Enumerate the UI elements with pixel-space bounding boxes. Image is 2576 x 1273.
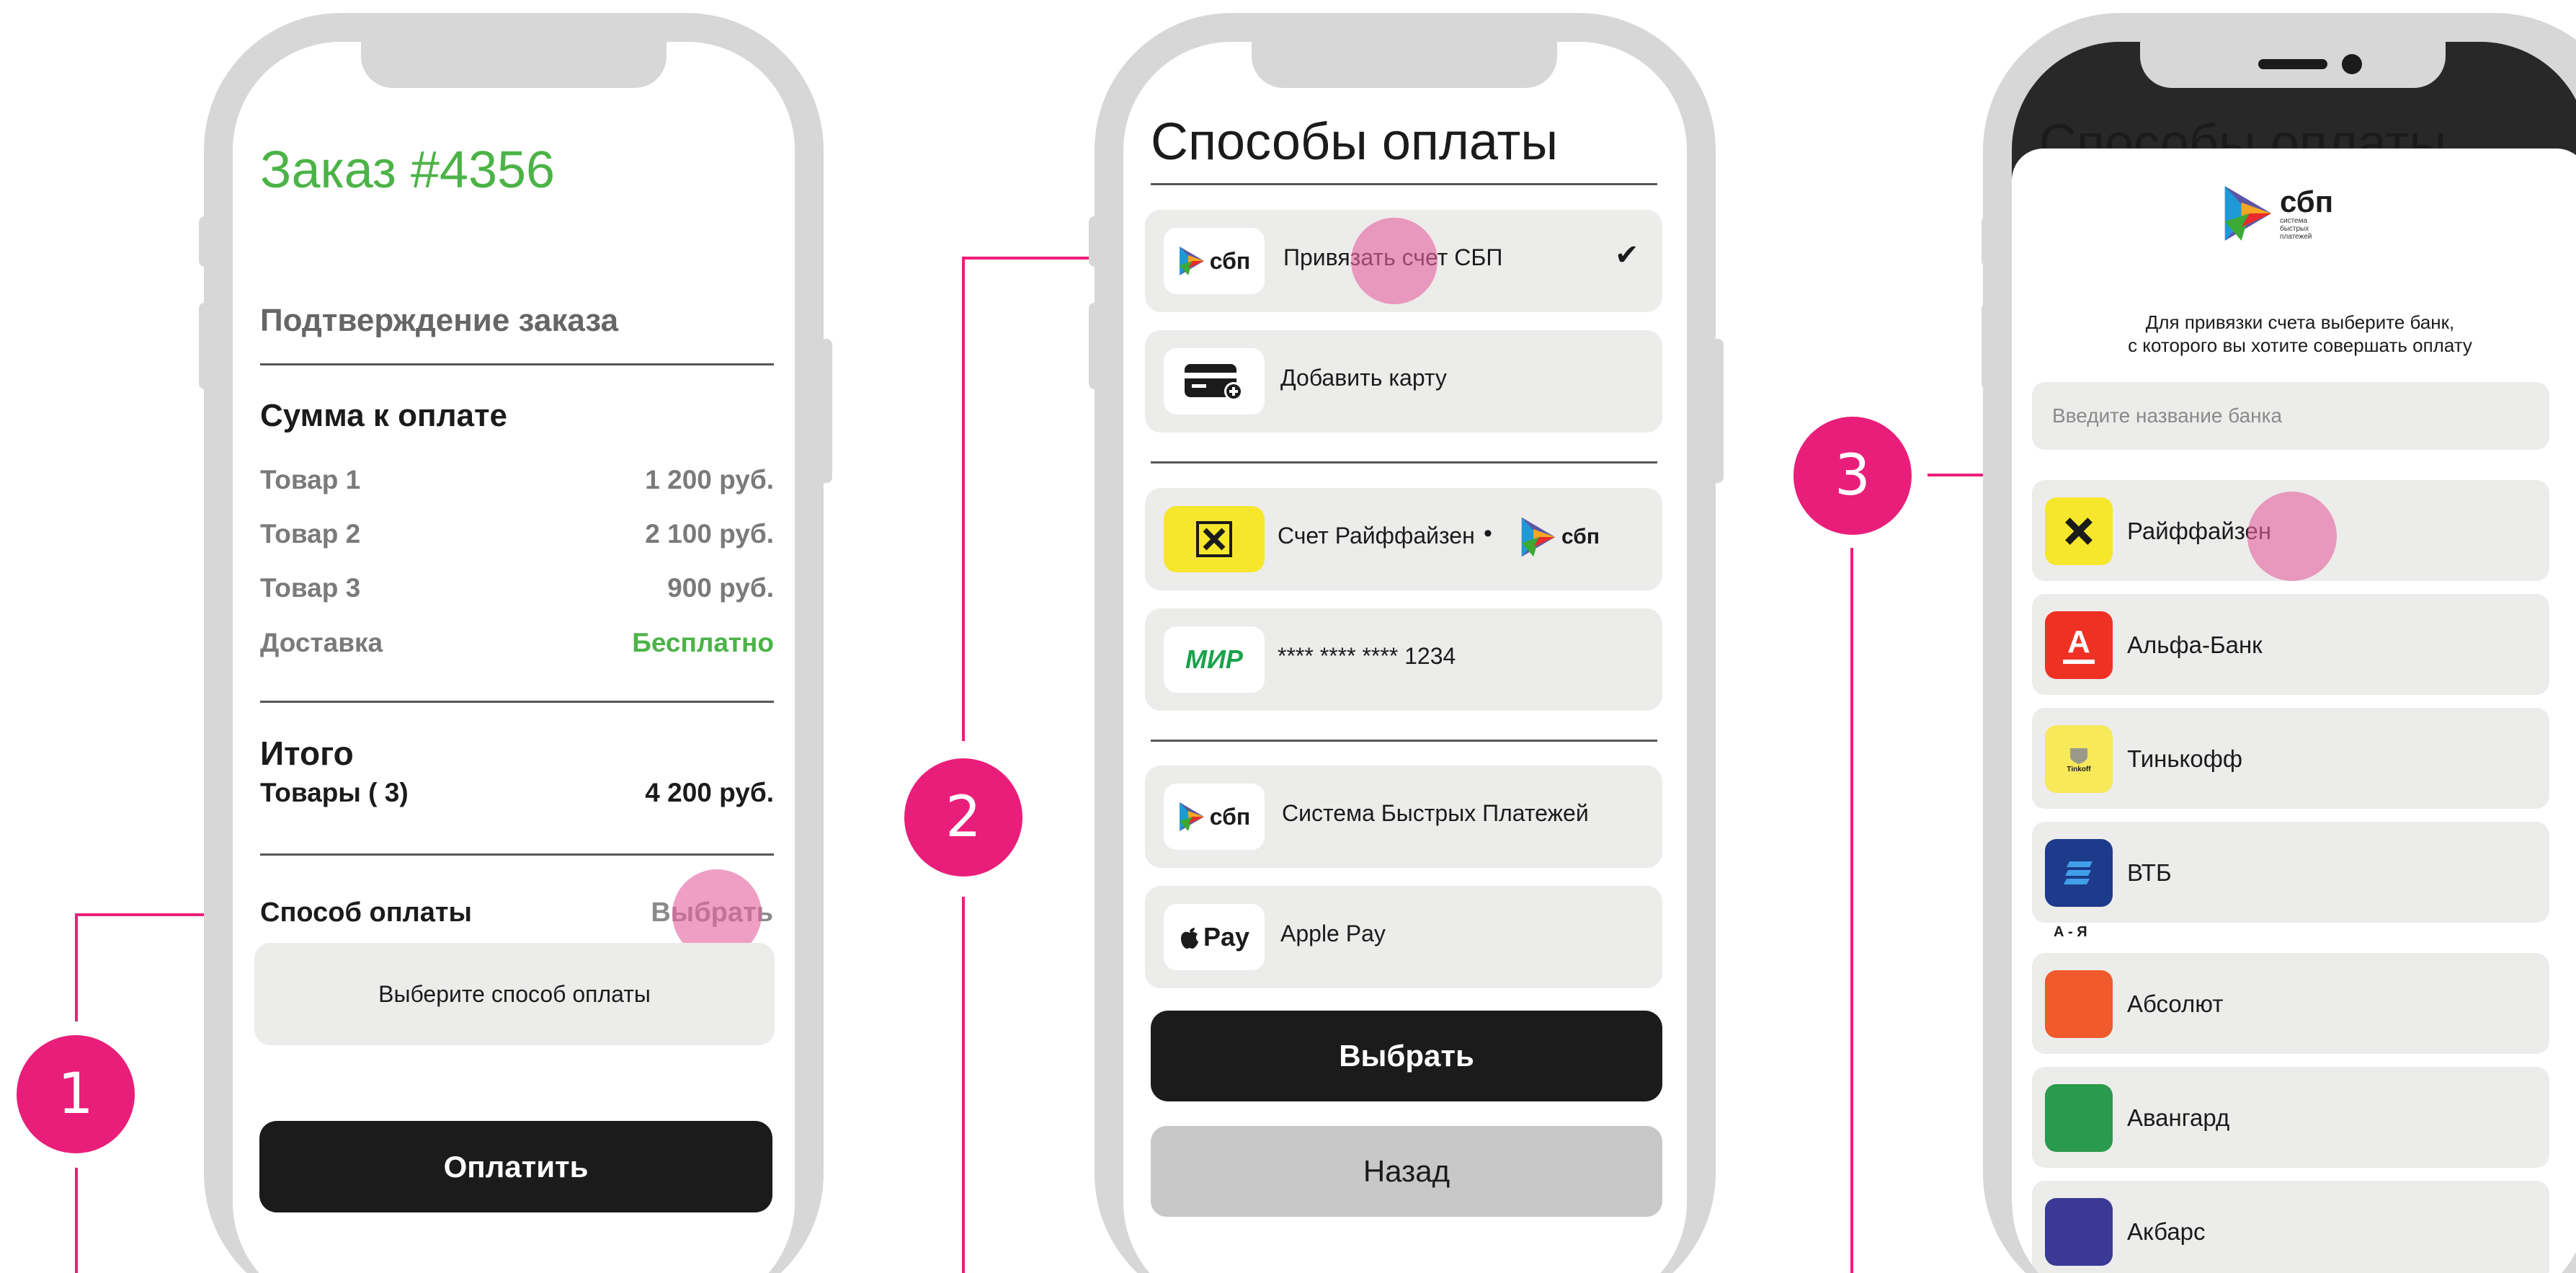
phone-screen-2: Способы оплаты сбп Привязать счет СБП ✔ … xyxy=(1123,42,1687,1273)
divider xyxy=(1151,461,1657,463)
back-button[interactable]: Назад xyxy=(1151,1126,1662,1217)
bank-name: ВТБ xyxy=(2127,859,2172,886)
connector-line-1-top xyxy=(75,913,78,1021)
absolut-logo-icon xyxy=(2045,970,2113,1038)
divider xyxy=(1151,740,1657,742)
option-label: Система Быстрых Платежей xyxy=(1282,800,1589,826)
total-value: 4 200 руб. xyxy=(645,778,774,807)
phone-screen-3: Способы оплаты сбп система быстрых плате… xyxy=(2012,42,2576,1273)
instruction-text: Для привязки счета выберите банк, xyxy=(2145,311,2455,333)
avangard-logo-icon xyxy=(2045,1084,2113,1152)
speaker-grille xyxy=(2258,59,2327,69)
sbp-logo-icon: сбп xyxy=(1164,228,1265,294)
mir-logo-icon: МИР xyxy=(1164,626,1265,693)
bank-name: Альфа-Банк xyxy=(2127,631,2263,658)
bank-search-placeholder: Введите название банка xyxy=(2052,404,2283,427)
bank-item-avangard[interactable]: Авангард xyxy=(2032,1067,2549,1168)
tinkoff-logo-text: Tinkoff xyxy=(2067,765,2091,773)
delivery-value: Бесплатно xyxy=(632,628,774,657)
tap-indicator xyxy=(1351,218,1438,304)
payment-method-placeholder[interactable]: Выберите способ оплаты xyxy=(254,943,775,1045)
sbp-logo-text: сбп xyxy=(1209,247,1251,274)
payment-option-sbp-system[interactable]: сбп Система Быстрых Платежей xyxy=(1145,766,1662,868)
bank-name: Авангард xyxy=(2127,1104,2230,1131)
bank-name: Тинькофф xyxy=(2127,745,2243,772)
item-label: Товар 3 xyxy=(260,573,361,603)
bank-name: Акбарс xyxy=(2127,1218,2206,1245)
divider xyxy=(260,853,774,856)
step-marker-1: 1 xyxy=(17,1035,135,1153)
select-button[interactable]: Выбрать xyxy=(1151,1011,1662,1101)
akbars-logo-icon xyxy=(2045,1198,2113,1266)
bullet-separator: • xyxy=(1484,520,1492,547)
phone-notch xyxy=(1252,42,1557,88)
payment-option-mir-card[interactable]: МИР **** **** **** 1234 xyxy=(1145,608,1662,711)
sum-heading: Сумма к оплате xyxy=(260,398,508,433)
bank-selection-sheet: сбп система быстрых платежей Для привязк… xyxy=(2012,148,2576,1273)
bank-search-input[interactable]: Введите название банка xyxy=(2032,382,2549,450)
delivery-label: Доставка xyxy=(260,628,383,657)
sbp-logo-icon: сбп xyxy=(1520,515,1600,559)
sbp-logo-subtext: система быстрых платежей xyxy=(2280,216,2312,241)
step-marker-2: 2 xyxy=(904,758,1022,877)
phone-screen-1: Заказ #4356 Подтверждение заказа Сумма к… xyxy=(233,42,795,1273)
bank-item-vtb[interactable]: ВТБ xyxy=(2032,822,2549,923)
connector-line-2-bottom xyxy=(962,897,965,1273)
order-title: Заказ #4356 xyxy=(260,141,556,199)
mir-logo-text: МИР xyxy=(1185,644,1243,674)
step-marker-3: 3 xyxy=(1793,417,1912,535)
order-subtitle: Подтверждение заказа xyxy=(260,303,619,338)
bank-item-tinkoff[interactable]: Tinkoff Тинькофф xyxy=(2032,708,2549,809)
option-label: Добавить карту xyxy=(1280,365,1447,391)
payment-option-add-card[interactable]: Добавить карту xyxy=(1145,330,1662,433)
pay-button[interactable]: Оплатить xyxy=(259,1121,772,1212)
payment-option-raiffeisen[interactable]: Счет Райффайзен • сбп xyxy=(1145,488,1662,590)
back-button-label: Назад xyxy=(1363,1154,1450,1188)
option-label: **** **** **** 1234 xyxy=(1278,643,1456,669)
add-card-icon xyxy=(1164,348,1265,414)
apple-pay-icon: Pay xyxy=(1164,904,1265,970)
bank-item-alfa[interactable]: А Альфа-Банк xyxy=(2032,594,2549,695)
sbp-logo-text: сбп xyxy=(1209,803,1251,830)
item-label: Товар 2 xyxy=(260,519,361,549)
total-items-label: Товары ( 3) xyxy=(260,778,409,807)
divider xyxy=(260,363,774,365)
option-label: Счет Райффайзен xyxy=(1278,523,1475,549)
payment-methods-title: Способы оплаты xyxy=(1151,113,1559,171)
sbp-logo-icon: сбп xyxy=(1164,784,1265,850)
divider xyxy=(1151,183,1657,185)
alfa-bank-logo-icon: А xyxy=(2045,611,2113,679)
sbp-logo-icon: сбп система быстрых платежей xyxy=(2222,183,2337,244)
raiffeisen-logo-icon xyxy=(2045,497,2113,565)
bank-item-akbars[interactable]: Акбарс xyxy=(2032,1181,2549,1273)
bank-name: Абсолют xyxy=(2127,990,2224,1017)
checkmark-icon: ✔ xyxy=(1615,239,1639,272)
payment-option-apple-pay[interactable]: Pay Apple Pay xyxy=(1145,886,1662,988)
connector-line-1-bottom xyxy=(75,1168,78,1273)
phone-notch xyxy=(361,42,667,88)
total-heading: Итого xyxy=(260,735,354,772)
item-label: Товар 1 xyxy=(260,465,361,494)
item-value: 900 руб. xyxy=(667,573,774,603)
front-camera xyxy=(2342,54,2362,74)
bank-item-absolut[interactable]: Абсолют xyxy=(2032,953,2549,1054)
alfa-letter: А xyxy=(2067,624,2090,660)
instruction-text: с которого вы хотите совершать оплату xyxy=(2128,334,2472,356)
raiffeisen-logo-icon xyxy=(1164,506,1265,572)
option-label: Apple Pay xyxy=(1280,921,1386,946)
connector-line-3-bottom xyxy=(1850,548,1853,1273)
divider xyxy=(260,701,774,703)
vtb-logo-icon xyxy=(2045,839,2113,907)
payment-method-label: Способ оплаты xyxy=(260,897,472,928)
payment-placeholder-text: Выберите способ оплаты xyxy=(378,980,651,1007)
item-value: 2 100 руб. xyxy=(645,519,774,549)
item-value: 1 200 руб. xyxy=(645,465,774,494)
tinkoff-logo-icon: Tinkoff xyxy=(2045,725,2113,793)
tap-indicator xyxy=(2247,492,2337,581)
apple-pay-text: Pay xyxy=(1203,922,1250,952)
alphabet-section-label: А - Я xyxy=(2054,924,2087,940)
sbp-logo-text: сбп xyxy=(1561,525,1600,549)
sbp-logo-text: сбп xyxy=(2280,184,2334,218)
connector-line-2-top xyxy=(962,257,965,741)
